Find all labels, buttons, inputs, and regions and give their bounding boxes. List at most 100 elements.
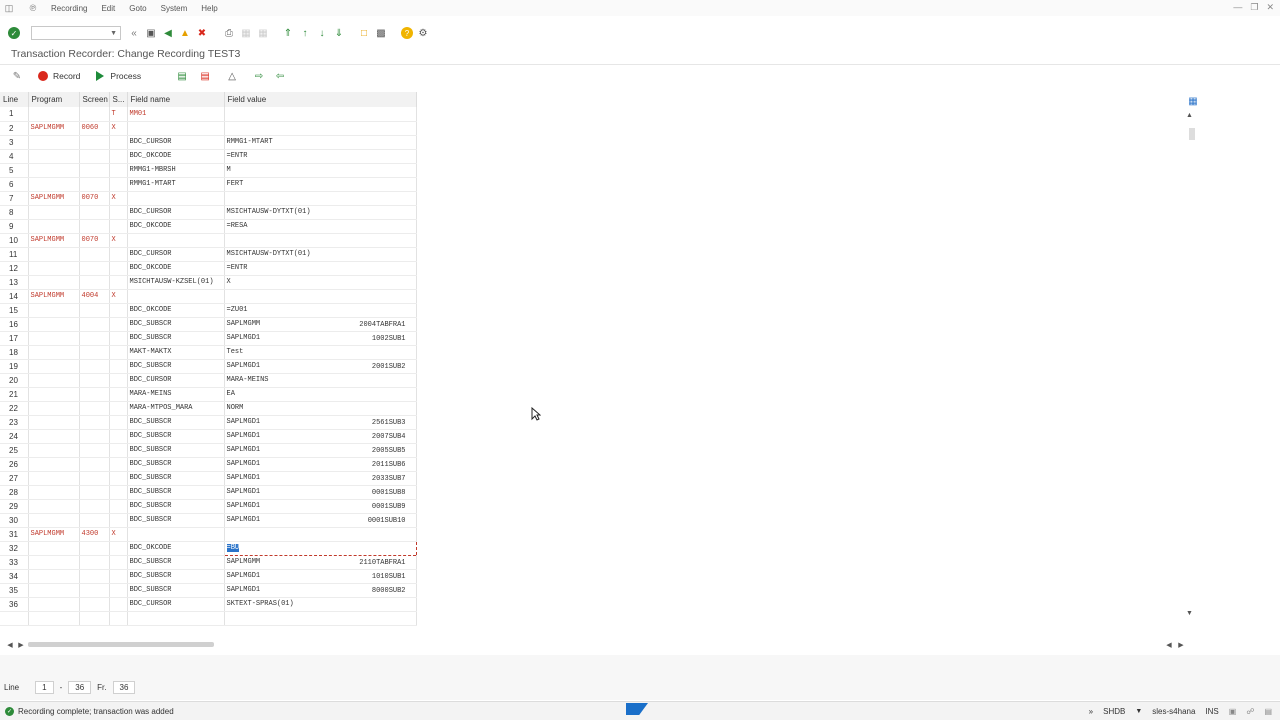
cell-start[interactable]	[109, 331, 128, 346]
cell-start[interactable]	[109, 219, 128, 234]
cell-start[interactable]	[109, 569, 128, 584]
process-button[interactable]: Process	[96, 71, 141, 81]
col-screen[interactable]: Screen	[79, 92, 110, 107]
col-field-value[interactable]: Field value	[224, 92, 417, 107]
cell-field-value[interactable]: SAPLMGD1 8000SUB2	[224, 583, 417, 598]
cell-field-name[interactable]: MARA-MTPOS_MARA	[127, 401, 225, 416]
table-row[interactable]: 33 BDC_SUBSCR SAPLMGMM 2110TABFRA1	[0, 555, 417, 570]
cell-program[interactable]: SAPLMGMM	[28, 121, 80, 136]
cell-screen[interactable]	[79, 373, 110, 388]
table-row[interactable]: 28 BDC_SUBSCR SAPLMGD1 0001SUB8	[0, 485, 417, 500]
cell-field-name[interactable]: BDC_CURSOR	[127, 205, 225, 220]
cell-screen[interactable]	[79, 485, 110, 500]
cell-field-value[interactable]: SAPLMGD1 0001SUB8	[224, 485, 417, 500]
cell-field-name[interactable]: BDC_SUBSCR	[127, 513, 225, 528]
cell-screen[interactable]: 0060	[79, 121, 110, 136]
table-row[interactable]: 12 BDC_OKCODE =ENTR	[0, 261, 417, 276]
cell-field-value[interactable]: MSICHTAUSW-DYTXT(01)	[224, 205, 417, 220]
cell-field-name[interactable]: BDC_SUBSCR	[127, 555, 225, 570]
table-row[interactable]: 29 BDC_SUBSCR SAPLMGD1 0001SUB9	[0, 499, 417, 514]
table-row[interactable]: 14 SAPLMGMM 4004 X	[0, 289, 417, 304]
cell-start[interactable]	[109, 359, 128, 374]
cell-field-value[interactable]	[224, 527, 417, 542]
line-from-field[interactable]: 1	[35, 681, 54, 694]
cell-field-value[interactable]: X	[224, 275, 417, 290]
help-icon[interactable]: ?	[401, 27, 413, 39]
table-row[interactable]: 24 BDC_SUBSCR SAPLMGD1 2007SUB4	[0, 429, 417, 444]
status-message[interactable]: Recording complete; transaction was adde…	[18, 707, 174, 716]
col-field-name[interactable]: Field name	[127, 92, 225, 107]
cell-field-name[interactable]: BDC_SUBSCR	[127, 429, 225, 444]
cell-start[interactable]: X	[109, 121, 128, 136]
cell-program[interactable]	[28, 401, 80, 416]
cell-field-name[interactable]	[127, 191, 225, 206]
cell-field-value[interactable]: Test	[224, 345, 417, 360]
table-row[interactable]: 22 MARA-MTPOS_MARA NORM	[0, 401, 417, 416]
cell-program[interactable]	[28, 457, 80, 472]
hscroll-thumb[interactable]	[28, 642, 214, 647]
table-row[interactable]: 11 BDC_CURSOR MSICHTAUSW-DYTXT(01)	[0, 247, 417, 262]
cell-screen[interactable]	[79, 457, 110, 472]
table-row[interactable]: 35 BDC_SUBSCR SAPLMGD1 8000SUB2	[0, 583, 417, 598]
insert-row-icon[interactable]: ▤	[175, 69, 189, 83]
cell-field-name[interactable]: BDC_SUBSCR	[127, 331, 225, 346]
back-icon[interactable]: ◀	[161, 26, 175, 40]
cell-program[interactable]	[28, 555, 80, 570]
cell-program[interactable]	[28, 135, 80, 150]
cell-field-value[interactable]: SAPLMGD1 1010SUB1	[224, 569, 417, 584]
cell-field-name[interactable]: BDC_SUBSCR	[127, 569, 225, 584]
scroll-up-icon[interactable]: ▲	[1186, 112, 1200, 126]
first-page-icon[interactable]: ⇑	[281, 26, 295, 40]
cell-field-value[interactable]: RMMG1-MTART	[224, 135, 417, 150]
cell-screen[interactable]	[79, 387, 110, 402]
collapse-left-icon[interactable]: «	[127, 26, 141, 40]
cell-field-value[interactable]: MSICHTAUSW-DYTXT(01)	[224, 247, 417, 262]
cell-program[interactable]	[28, 387, 80, 402]
cell-field-value[interactable]: SAPLMGMM 2004TABFRA1	[224, 317, 417, 332]
print-icon[interactable]: ⎙	[222, 26, 236, 40]
col-line[interactable]: Line	[0, 92, 29, 107]
menu-help[interactable]: Help	[201, 4, 217, 13]
settings-gear-icon[interactable]: ⚙	[416, 26, 430, 40]
table-row[interactable]: 30 BDC_SUBSCR SAPLMGD1 0001SUB10	[0, 513, 417, 528]
cell-field-value[interactable]: SAPLMGD1 2561SUB3	[224, 415, 417, 430]
cell-field-value[interactable]: SAPLMGD1 2005SUB5	[224, 443, 417, 458]
cell-start[interactable]: X	[109, 289, 128, 304]
cell-field-value[interactable]: M	[224, 163, 417, 178]
col-start[interactable]: S...	[109, 92, 128, 107]
cell-screen[interactable]	[79, 205, 110, 220]
table-row[interactable]: 17 BDC_SUBSCR SAPLMGD1 1002SUB1	[0, 331, 417, 346]
cell-start[interactable]	[109, 429, 128, 444]
cell-screen[interactable]	[79, 247, 110, 262]
table-row[interactable]: 13 MSICHTAUSW-KZSEL(01) X	[0, 275, 417, 290]
cell-screen[interactable]	[79, 597, 110, 612]
horizontal-scrollbar[interactable]: ◀ ▶ ◀ ▶	[0, 638, 1200, 652]
cell-field-name[interactable]: BDC_CURSOR	[127, 247, 225, 262]
table-row[interactable]: 16 BDC_SUBSCR SAPLMGMM 2004TABFRA1	[0, 317, 417, 332]
cell-field-value[interactable]: =ZU01	[224, 303, 417, 318]
cell-field-name[interactable]: MSICHTAUSW-KZSEL(01)	[127, 275, 225, 290]
cell-start[interactable]	[109, 597, 128, 612]
cell-screen[interactable]	[79, 541, 110, 556]
cell-field-name[interactable]: BDC_OKCODE	[127, 149, 225, 164]
cell-screen[interactable]	[79, 345, 110, 360]
cell-field-value[interactable]: SAPLMGD1 1002SUB1	[224, 331, 417, 346]
cell-program[interactable]	[28, 415, 80, 430]
previous-page-icon[interactable]: ↑	[298, 26, 312, 40]
table-row[interactable]: 18 MAKT-MAKTX Test	[0, 345, 417, 360]
cell-screen[interactable]	[79, 261, 110, 276]
cell-field-name[interactable]	[127, 527, 225, 542]
cell-screen[interactable]	[79, 401, 110, 416]
table-row[interactable]: 6 RMMG1-MTART FERT	[0, 177, 417, 192]
cell-program[interactable]	[28, 373, 80, 388]
table-row[interactable]: 5 RMMG1-MBRSH M	[0, 163, 417, 178]
cell-field-name[interactable]: BDC_SUBSCR	[127, 443, 225, 458]
cell-start[interactable]	[109, 275, 128, 290]
cell-field-name[interactable]: MARA-MEINS	[127, 387, 225, 402]
cell-screen[interactable]	[79, 555, 110, 570]
cell-field-value[interactable]: SAPLMGMM 2110TABFRA1	[224, 555, 417, 570]
cell-start[interactable]	[109, 513, 128, 528]
table-row[interactable]: 9 BDC_OKCODE =RESA	[0, 219, 417, 234]
table-row[interactable]: 20 BDC_CURSOR MARA-MEINS	[0, 373, 417, 388]
cell-field-name[interactable]: BDC_CURSOR	[127, 135, 225, 150]
